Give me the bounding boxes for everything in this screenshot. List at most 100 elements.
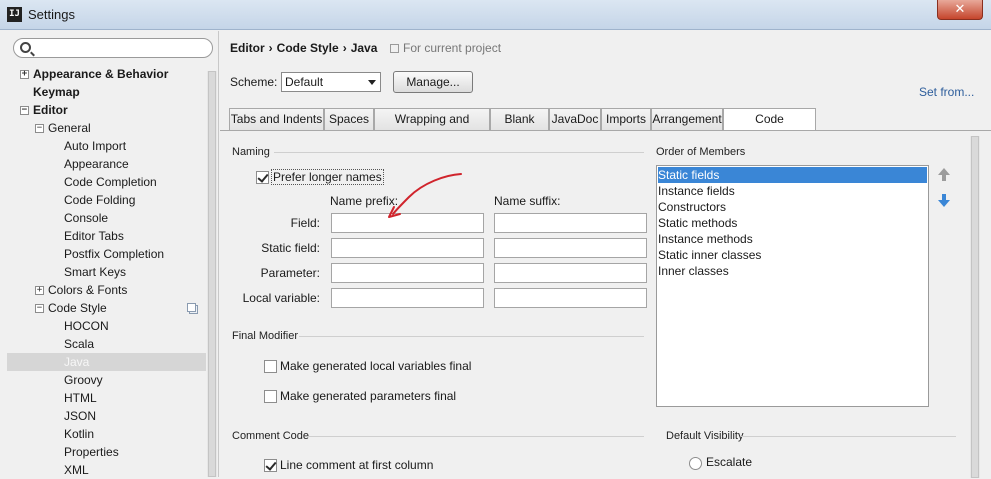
field-suffix-input[interactable] [494, 213, 647, 233]
field-label: Field: [290, 216, 320, 230]
name-suffix-header: Name suffix: [494, 194, 561, 208]
tree-item-properties[interactable]: Properties [0, 443, 205, 461]
breadcrumb-editor: Editor [230, 41, 265, 55]
tab-arrangement[interactable]: Arrangement [651, 108, 723, 130]
escalate-radio[interactable] [689, 457, 702, 470]
project-scope-label: For current project [403, 41, 502, 55]
collapse-icon[interactable]: − [20, 106, 29, 115]
member-item[interactable]: Instance fields [658, 183, 927, 199]
tree-item-smart-keys[interactable]: Smart Keys [0, 263, 205, 281]
tab-wrapping-and-braces[interactable]: Wrapping and Braces [374, 108, 490, 147]
tree-item-label: XML [64, 463, 89, 477]
move-up-button[interactable] [934, 167, 952, 185]
final-local-vars-checkbox[interactable] [264, 360, 277, 373]
escalate-label[interactable]: Escalate [706, 455, 752, 469]
parameter-suffix-input[interactable] [494, 263, 647, 283]
tree-item-appearance[interactable]: Appearance [0, 155, 205, 173]
final-local-vars-label[interactable]: Make generated local variables final [280, 359, 471, 373]
tree-item-label: Code Completion [64, 175, 157, 189]
parameter-prefix-input[interactable] [331, 263, 484, 283]
tree-item-appearance-behavior[interactable]: + Appearance & Behavior [0, 65, 205, 83]
tree-item-label: JSON [64, 409, 97, 423]
comment-code-title: Comment Code [232, 430, 310, 442]
static-field-prefix-input[interactable] [331, 238, 484, 258]
tree-item-console[interactable]: Console [0, 209, 205, 227]
tree-item-editor[interactable]: − Editor [0, 101, 205, 119]
tab-blank-lines[interactable]: Blank Lines [490, 108, 549, 147]
tab-code-generation[interactable]: Code Generation [723, 108, 816, 147]
tree-item-code-completion[interactable]: Code Completion [0, 173, 205, 191]
order-of-members-title: Order of Members [656, 146, 746, 158]
tree-item-auto-import[interactable]: Auto Import [0, 137, 205, 155]
local-variable-suffix-input[interactable] [494, 288, 647, 308]
scheme-label: Scheme: [230, 75, 278, 89]
window-titlebar: IJ Settings ✕ [0, 0, 991, 30]
expand-icon[interactable]: + [20, 70, 29, 79]
tree-item-hocon[interactable]: HOCON [0, 317, 205, 335]
tree-item-label: Kotlin [64, 427, 95, 441]
copy-icon[interactable] [187, 303, 198, 314]
tree-item-label: Editor [33, 103, 68, 117]
line-comment-label[interactable]: Line comment at first column [280, 458, 433, 472]
final-params-checkbox[interactable] [264, 390, 277, 403]
member-item[interactable]: Static fields [658, 167, 927, 183]
content-scrollbar[interactable] [970, 136, 980, 478]
scheme-select[interactable]: Default [281, 72, 381, 92]
tab-imports[interactable]: Imports [601, 108, 651, 130]
tree-item-html[interactable]: HTML [0, 389, 205, 407]
tree-item-postfix-completion[interactable]: Postfix Completion [0, 245, 205, 263]
annotation-arrow-icon [388, 173, 462, 218]
close-button[interactable]: ✕ [937, 0, 983, 20]
tab-tabs-and-indents[interactable]: Tabs and Indents [229, 108, 324, 130]
tree-item-general[interactable]: − General [0, 119, 205, 137]
arrow-up-icon [938, 168, 950, 175]
collapse-icon[interactable]: − [35, 304, 44, 313]
breadcrumb-separator: › [268, 41, 273, 55]
tree-item-keymap[interactable]: Keymap [0, 83, 205, 101]
search-field[interactable] [13, 38, 213, 58]
breadcrumb-java: Java [350, 41, 378, 55]
tab-javadoc[interactable]: JavaDoc [549, 108, 601, 130]
tree-item-editor-tabs[interactable]: Editor Tabs [0, 227, 205, 245]
tree-item-kotlin[interactable]: Kotlin [0, 425, 205, 443]
tree-item-label: General [48, 121, 91, 135]
tree-item-scala[interactable]: Scala [0, 335, 205, 353]
tree-item-label: Scala [64, 337, 95, 351]
tree-item-java[interactable]: Java [7, 353, 206, 371]
tree-item-label: HTML [64, 391, 97, 405]
move-down-button[interactable] [934, 193, 952, 211]
tab-spaces[interactable]: Spaces [324, 108, 374, 130]
collapse-icon[interactable]: − [35, 124, 44, 133]
naming-separator [274, 152, 644, 153]
chevron-down-icon [368, 80, 376, 85]
member-item[interactable]: Static inner classes [658, 247, 927, 263]
content-scrollbar-thumb[interactable] [971, 136, 979, 478]
final-modifier-title: Final Modifier [232, 330, 299, 342]
static-field-suffix-input[interactable] [494, 238, 647, 258]
final-params-label[interactable]: Make generated parameters final [280, 389, 456, 403]
member-item[interactable]: Inner classes [658, 263, 927, 279]
order-of-members-list[interactable]: Static fields Instance fields Constructors… [656, 165, 929, 407]
local-variable-prefix-input[interactable] [331, 288, 484, 308]
tree-item-code-folding[interactable]: Code Folding [0, 191, 205, 209]
app-icon: IJ [7, 7, 22, 22]
set-from-link[interactable]: Set from... [919, 85, 974, 99]
tree-item-code-style[interactable]: − Code Style [0, 299, 205, 317]
expand-icon[interactable]: + [35, 286, 44, 295]
tree-item-colors-fonts[interactable]: + Colors & Fonts [0, 281, 205, 299]
settings-content: Editor › Code Style › Java For current proje… [220, 31, 991, 478]
tree-item-json[interactable]: JSON [0, 407, 205, 425]
prefer-longer-names-label[interactable]: Prefer longer names [271, 169, 384, 185]
prefer-longer-names-checkbox[interactable] [256, 171, 269, 184]
tree-item-xml[interactable]: XML [0, 461, 205, 479]
member-item[interactable]: Instance methods [658, 231, 927, 247]
tree-item-label: Smart Keys [64, 265, 127, 279]
line-comment-checkbox[interactable] [264, 459, 277, 472]
settings-sidebar: + Appearance & Behavior Keymap − Editor − Gene… [0, 31, 219, 477]
member-item[interactable]: Constructors [658, 199, 927, 215]
tree-item-groovy[interactable]: Groovy [0, 371, 205, 389]
tree-item-label: Postfix Completion [64, 247, 165, 261]
tree-item-label: Keymap [33, 85, 80, 99]
manage-button[interactable]: Manage... [393, 71, 473, 93]
member-item[interactable]: Static methods [658, 215, 927, 231]
